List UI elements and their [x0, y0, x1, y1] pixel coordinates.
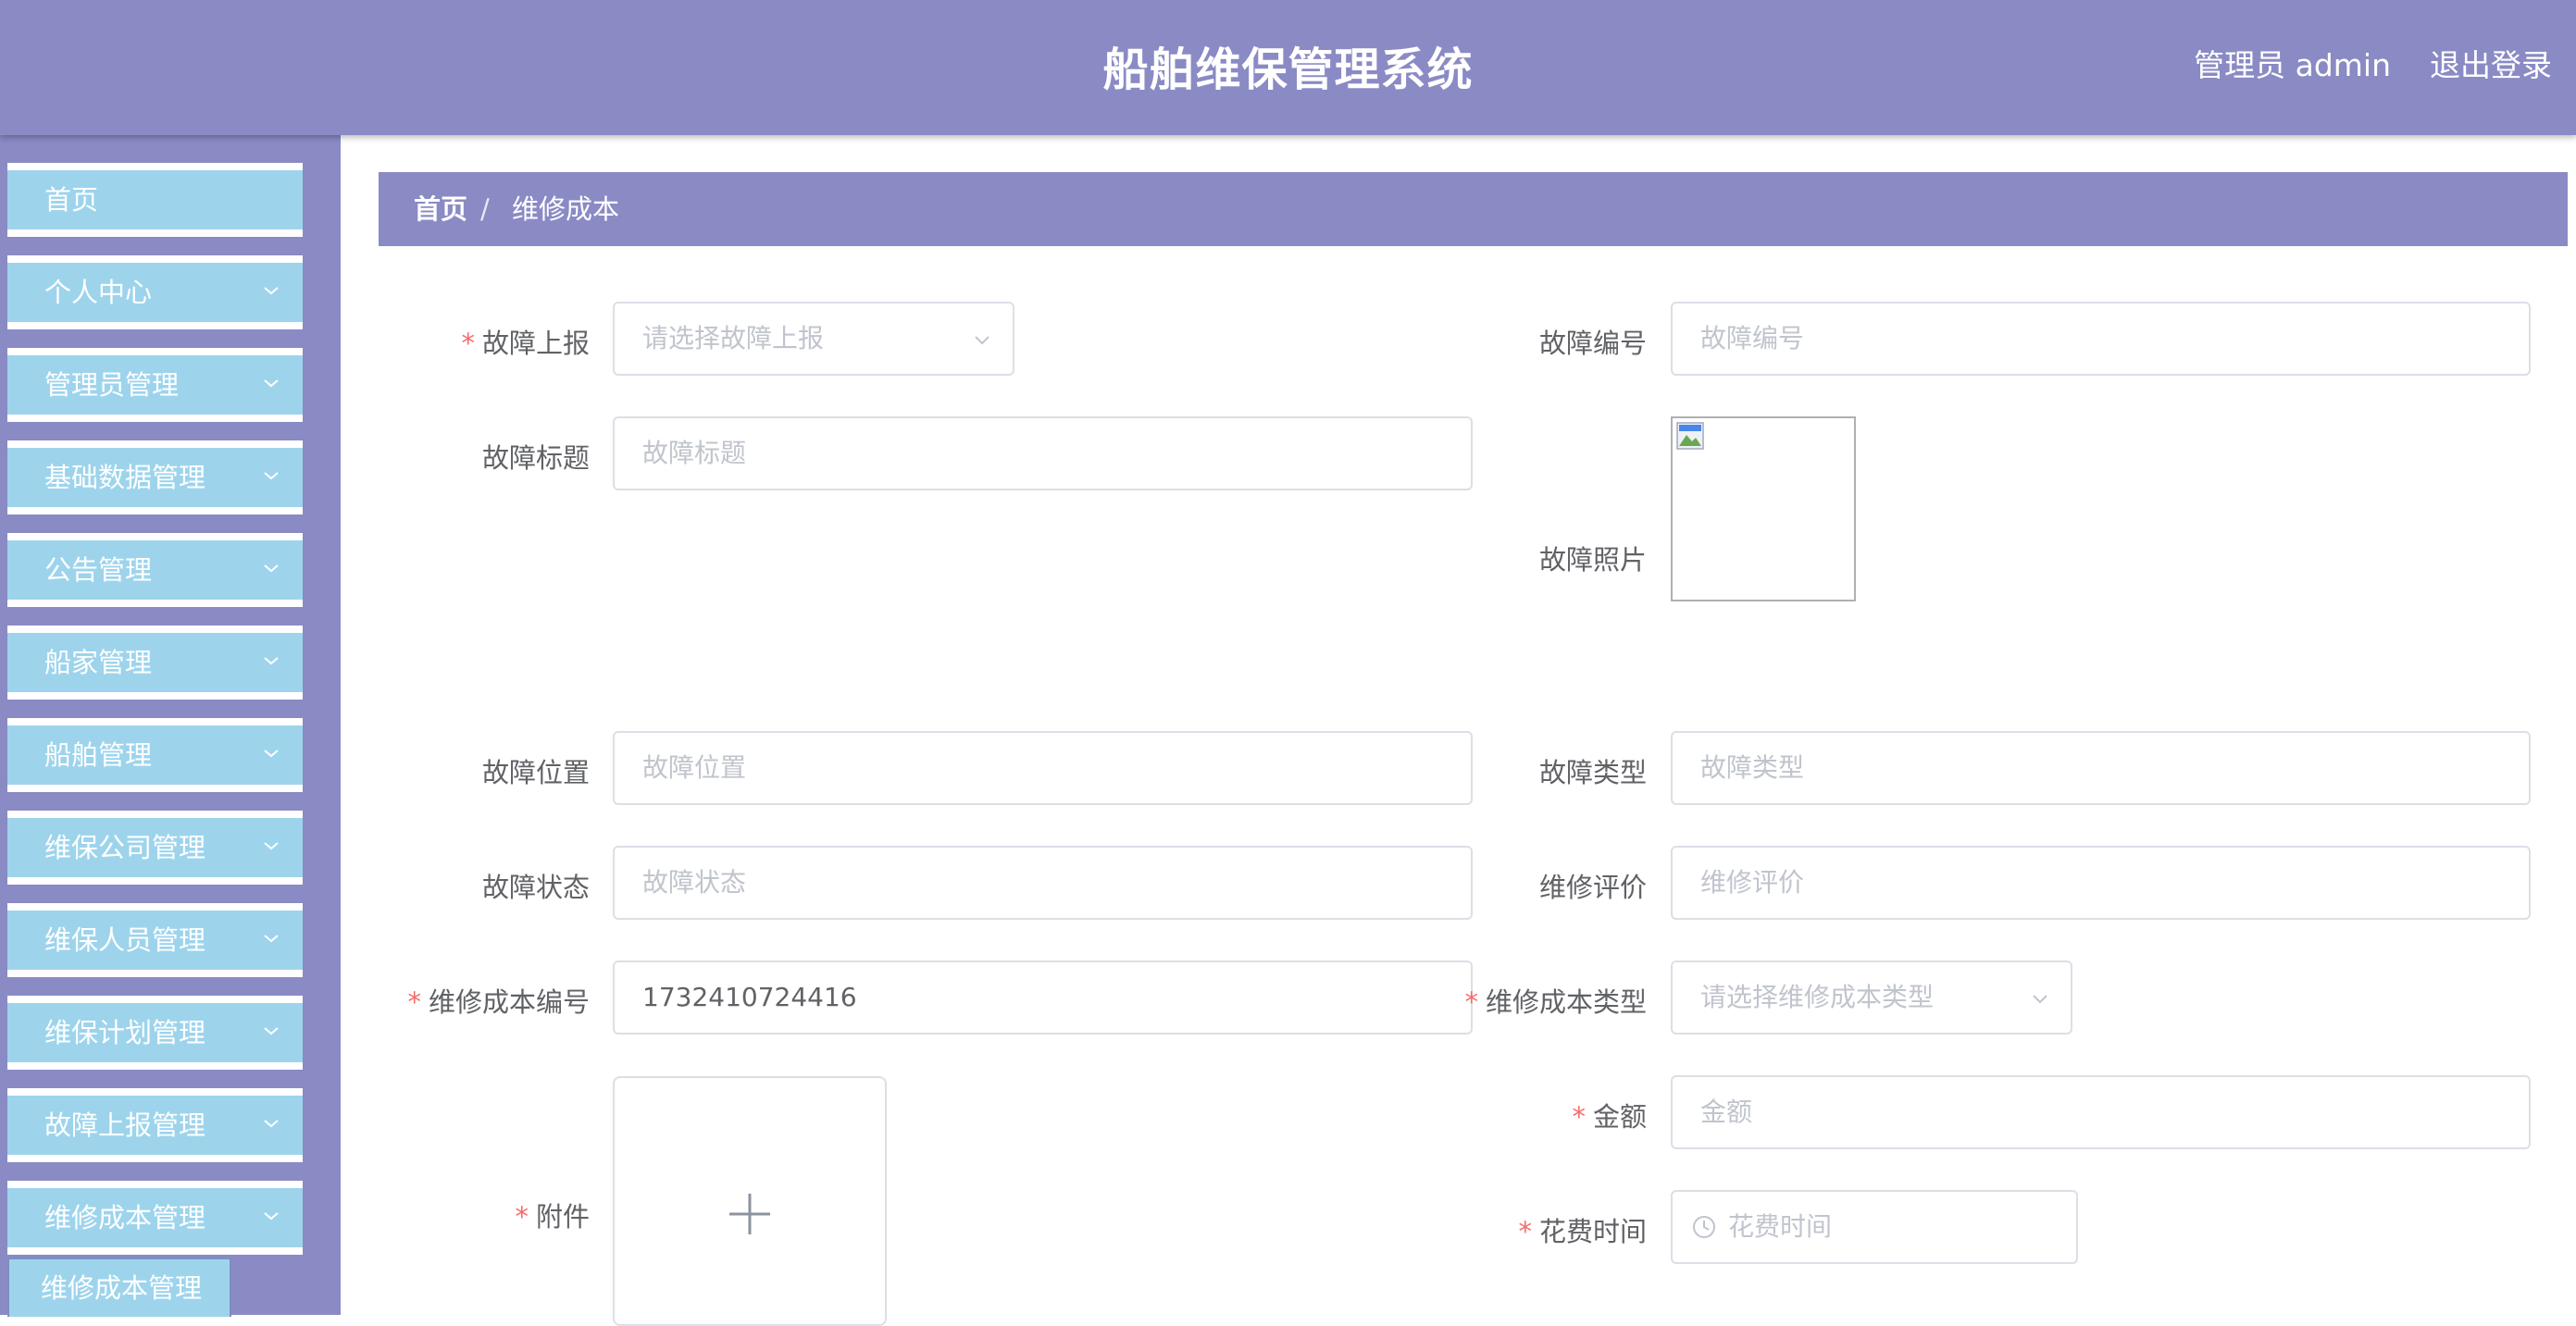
cost-type-label: * 维修成本类型: [1464, 986, 1647, 1018]
fault-status-input[interactable]: 故障状态: [613, 846, 1473, 920]
fault-no-input[interactable]: 故障编号: [1671, 302, 2531, 376]
sidebar-item-label: 基础数据管理: [44, 462, 206, 493]
breadcrumb-current: 维修成本: [512, 193, 620, 225]
cost-no-label: * 维修成本编号: [407, 986, 590, 1018]
chevron-down-icon: [264, 379, 279, 388]
sidebar-item-label: 维修成本管理: [44, 1202, 206, 1233]
app-title: 船舶维保管理系统: [1102, 43, 1474, 96]
fault-status-label: 故障状态: [481, 872, 590, 903]
sidebar-item-maintenance-plan[interactable]: 维保计划管理: [7, 996, 303, 1070]
sidebar: 首页 个人中心 管理员管理 基础数据管理 公告管理 船家管理 船舶管理 维保公司…: [0, 135, 341, 1315]
fault-no-label: 故障编号: [1538, 328, 1647, 359]
fault-type-label: 故障类型: [1538, 757, 1647, 788]
cost-type-select[interactable]: 请选择维修成本类型: [1671, 960, 2072, 1035]
chevron-down-icon: [264, 842, 279, 850]
fault-title-input[interactable]: 故障标题: [613, 416, 1473, 490]
sidebar-item-label: 船家管理: [44, 647, 153, 678]
sidebar-subitem-repair-cost[interactable]: 维修成本管理: [7, 1258, 231, 1317]
sidebar-item-home[interactable]: 首页: [7, 163, 303, 237]
chevron-down-icon: [975, 336, 989, 345]
attachment-upload[interactable]: [613, 1076, 887, 1326]
repair-review-label: 维修评价: [1538, 872, 1647, 903]
sidebar-item-label: 船舶管理: [44, 739, 153, 771]
sidebar-item-shipowner-management[interactable]: 船家管理: [7, 626, 303, 700]
sidebar-item-admin-management[interactable]: 管理员管理: [7, 348, 303, 422]
sidebar-item-basic-data[interactable]: 基础数据管理: [7, 440, 303, 514]
amount-input[interactable]: 金额: [1671, 1075, 2531, 1149]
logout-link[interactable]: 退出登录: [2430, 41, 2552, 85]
fault-location-label: 故障位置: [481, 757, 590, 788]
repair-review-input[interactable]: 维修评价: [1671, 846, 2531, 920]
sidebar-item-label: 首页: [44, 184, 99, 216]
chevron-down-icon: [264, 935, 279, 943]
chevron-down-icon: [264, 1027, 279, 1035]
sidebar-item-label: 维保计划管理: [44, 1017, 206, 1048]
fault-report-select[interactable]: 请选择故障上报: [613, 302, 1014, 376]
plus-icon: [729, 1194, 770, 1234]
sidebar-item-personal-center[interactable]: 个人中心: [7, 255, 303, 329]
chevron-down-icon: [264, 287, 279, 295]
sidebar-item-label: 维保人员管理: [44, 924, 206, 956]
chevron-down-icon: [264, 472, 279, 480]
sidebar-item-label: 公告管理: [44, 554, 153, 586]
fault-photo-image: [1671, 416, 1856, 601]
sidebar-item-label: 故障上报管理: [44, 1109, 206, 1141]
fault-type-input[interactable]: 故障类型: [1671, 731, 2531, 805]
chevron-down-icon: [264, 1212, 279, 1221]
sidebar-item-label: 维保公司管理: [44, 832, 206, 863]
fault-photo-label: 故障照片: [1538, 544, 1647, 576]
sidebar-item-label: 管理员管理: [44, 369, 180, 401]
fault-location-input[interactable]: 故障位置: [613, 731, 1473, 805]
sidebar-item-ship-management[interactable]: 船舶管理: [7, 718, 303, 792]
sidebar-item-label: 个人中心: [44, 277, 153, 308]
chevron-down-icon: [2033, 995, 2047, 1004]
chevron-down-icon: [264, 564, 279, 573]
breadcrumb: 首页 / 维修成本: [379, 172, 2568, 246]
chevron-down-icon: [264, 1120, 279, 1128]
attachment-label: * 附件: [515, 1201, 590, 1233]
top-header: 船舶维保管理系统 管理员 admin 退出登录: [0, 0, 2576, 135]
amount-label: * 金额: [1572, 1101, 1647, 1133]
chevron-down-icon: [264, 750, 279, 758]
broken-image-icon: [1676, 422, 1704, 450]
clock-icon: [1693, 1216, 1715, 1238]
fault-title-label: 故障标题: [481, 442, 590, 474]
spend-time-label: * 花费时间: [1518, 1216, 1647, 1247]
sidebar-item-fault-report[interactable]: 故障上报管理: [7, 1088, 303, 1162]
cost-no-input[interactable]: 1732410724416: [613, 960, 1473, 1035]
spend-time-picker[interactable]: 花费时间: [1671, 1190, 2078, 1264]
current-user: 管理员 admin: [2194, 47, 2391, 83]
sidebar-item-maintenance-staff[interactable]: 维保人员管理: [7, 903, 303, 977]
sidebar-item-repair-cost[interactable]: 维修成本管理: [7, 1181, 303, 1255]
fault-report-label: * 故障上报: [461, 328, 590, 359]
sidebar-item-maintenance-company[interactable]: 维保公司管理: [7, 811, 303, 885]
sidebar-item-notice-management[interactable]: 公告管理: [7, 533, 303, 607]
chevron-down-icon: [264, 657, 279, 665]
breadcrumb-separator: /: [480, 193, 490, 225]
breadcrumb-home[interactable]: 首页: [414, 172, 467, 246]
